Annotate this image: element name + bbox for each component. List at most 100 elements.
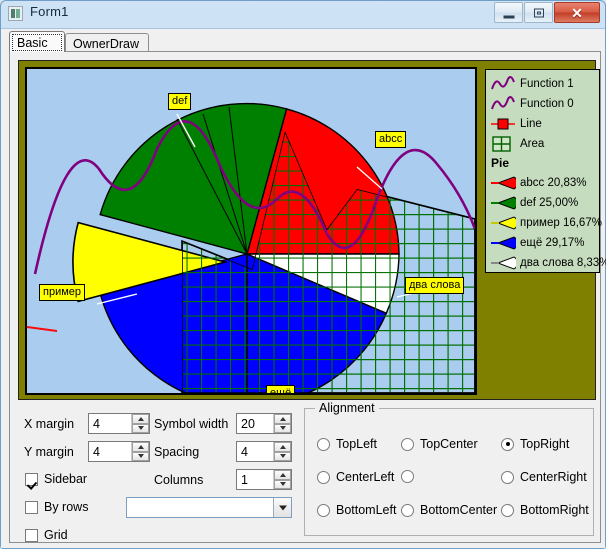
x-margin-label: X margin [24, 417, 75, 431]
y-margin-arrows[interactable] [131, 442, 149, 461]
legend-item-area[interactable]: Area [490, 134, 599, 154]
radio-dot[interactable] [317, 437, 330, 451]
radio-dot[interactable] [501, 503, 514, 517]
legend-pie-header: Pie [491, 156, 510, 170]
radio-dot[interactable] [401, 437, 414, 451]
maximize-button[interactable] [524, 2, 553, 23]
spinner-down-icon[interactable] [274, 479, 291, 489]
y-margin-value[interactable]: 4 [89, 442, 131, 461]
pie-swatch-icon [490, 175, 518, 191]
by-rows-checkbox[interactable]: By rows [25, 500, 88, 514]
spacing-value[interactable]: 4 [237, 442, 273, 461]
legend-pie-item-eshe[interactable]: ещё 29,17% [490, 233, 599, 253]
tab-ownerdraw-label: OwnerDraw [73, 37, 139, 51]
legend-label: Area [520, 138, 545, 150]
chevron-down-icon[interactable] [273, 498, 291, 517]
spacing-arrows[interactable] [273, 442, 291, 461]
symbol-width-arrows[interactable] [273, 414, 291, 433]
alignment-group: Alignment TopLeft TopCenter TopRight Cen… [304, 401, 594, 536]
chart-plot-area[interactable]: def abcc пример два слова ещё [25, 67, 477, 395]
app-icon [8, 6, 23, 21]
columns-value[interactable]: 1 [237, 470, 273, 489]
legend-label: два слова 8,33% [520, 257, 606, 269]
y-margin-stepper[interactable]: 4 [88, 441, 150, 462]
spinner-down-icon[interactable] [132, 423, 149, 433]
columns-stepper[interactable]: 1 [236, 469, 292, 490]
radio-dot[interactable] [501, 437, 514, 451]
radio-dot[interactable] [317, 503, 330, 517]
spinner-down-icon[interactable] [274, 423, 291, 433]
radio-centerleft[interactable]: CenterLeft [317, 470, 394, 484]
close-icon: ✕ [571, 4, 583, 21]
title-bar[interactable]: Form1 ✕ [0, 0, 604, 28]
close-button[interactable]: ✕ [554, 2, 600, 23]
checkbox-box[interactable] [25, 472, 38, 486]
legend-preset-dropdown[interactable] [126, 497, 292, 518]
legend-label: def 25,00% [520, 197, 579, 209]
spacing-stepper[interactable]: 4 [236, 441, 292, 462]
legend-pie-item-primer[interactable]: пример 16,67% [490, 213, 602, 233]
spinner-up-icon[interactable] [132, 442, 149, 452]
dropdown-value[interactable] [127, 498, 273, 517]
radio-dot[interactable] [401, 503, 414, 517]
spinner-up-icon[interactable] [274, 470, 291, 480]
radio-center[interactable] [401, 470, 420, 483]
spinner-down-icon[interactable] [274, 451, 291, 461]
tab-page-basic: def abcc пример два слова ещё Function 1 [9, 51, 606, 543]
spinner-up-icon[interactable] [274, 414, 291, 424]
pie-swatch-icon [490, 195, 518, 211]
legend-pie-item-abcc[interactable]: abcc 20,83% [490, 173, 599, 193]
radio-label: BottomCenter [420, 503, 498, 517]
legend-item-function-0[interactable]: Function 0 [490, 94, 599, 114]
area-grid-icon [490, 136, 516, 152]
window-title: Form1 [30, 4, 69, 19]
legend-label: пример 16,67% [520, 217, 602, 229]
grid-checkbox[interactable]: Grid [25, 528, 68, 542]
radio-label: CenterRight [520, 470, 587, 484]
pie-swatch-icon [490, 255, 518, 271]
spinner-down-icon[interactable] [132, 451, 149, 461]
window-buttons: ✕ [493, 2, 600, 24]
tab-basic[interactable]: Basic [9, 31, 65, 52]
checkbox-box[interactable] [25, 528, 38, 542]
legend-pie-item-def[interactable]: def 25,00% [490, 193, 599, 213]
radio-topright[interactable]: TopRight [501, 437, 569, 451]
minimize-button[interactable] [494, 2, 523, 23]
radio-dot[interactable] [401, 470, 414, 483]
spinner-up-icon[interactable] [132, 414, 149, 424]
plot-label-dva-slova: два слова [405, 277, 465, 294]
minimize-icon [503, 15, 514, 18]
chart-container[interactable]: def abcc пример два слова ещё Function 1 [18, 60, 606, 400]
legend-label: Function 0 [520, 98, 574, 110]
legend-item-line[interactable]: Line [490, 114, 599, 134]
chart-legend[interactable]: Function 1 Function 0 Line Area Pie abcc… [485, 69, 606, 273]
radio-label: TopLeft [336, 437, 378, 451]
sidebar-checkbox[interactable]: Sidebar [25, 472, 87, 486]
radio-bottomright[interactable]: BottomRight [501, 503, 589, 517]
settings-panel: X margin 4 Y margin 4 Symbol width 20 Sp… [18, 408, 296, 542]
radio-topleft[interactable]: TopLeft [317, 437, 377, 451]
x-margin-value[interactable]: 4 [89, 414, 131, 433]
radio-dot[interactable] [501, 470, 514, 484]
radio-topcenter[interactable]: TopCenter [401, 437, 478, 451]
symbol-width-value[interactable]: 20 [237, 414, 273, 433]
spacing-label: Spacing [154, 445, 200, 459]
radio-dot[interactable] [317, 470, 330, 484]
line-marker-icon [490, 116, 516, 132]
legend-label: abcc 20,83% [520, 177, 587, 189]
x-margin-arrows[interactable] [131, 414, 149, 433]
spinner-up-icon[interactable] [274, 442, 291, 452]
legend-pie-item-dva-slova[interactable]: два слова 8,33% [490, 253, 606, 273]
symbol-width-stepper[interactable]: 20 [236, 413, 292, 434]
legend-label: Function 1 [520, 78, 574, 90]
tab-ownerdraw[interactable]: OwnerDraw [65, 33, 149, 52]
columns-arrows[interactable] [273, 470, 291, 489]
radio-bottomleft[interactable]: BottomLeft [317, 503, 396, 517]
legend-item-function-1[interactable]: Function 1 [490, 74, 599, 94]
radio-centerright[interactable]: CenterRight [501, 470, 587, 484]
columns-label: Columns [154, 473, 204, 487]
checkbox-box[interactable] [25, 500, 38, 514]
radio-label: BottomRight [520, 503, 589, 517]
x-margin-stepper[interactable]: 4 [88, 413, 150, 434]
radio-bottomcenter[interactable]: BottomCenter [401, 503, 497, 517]
